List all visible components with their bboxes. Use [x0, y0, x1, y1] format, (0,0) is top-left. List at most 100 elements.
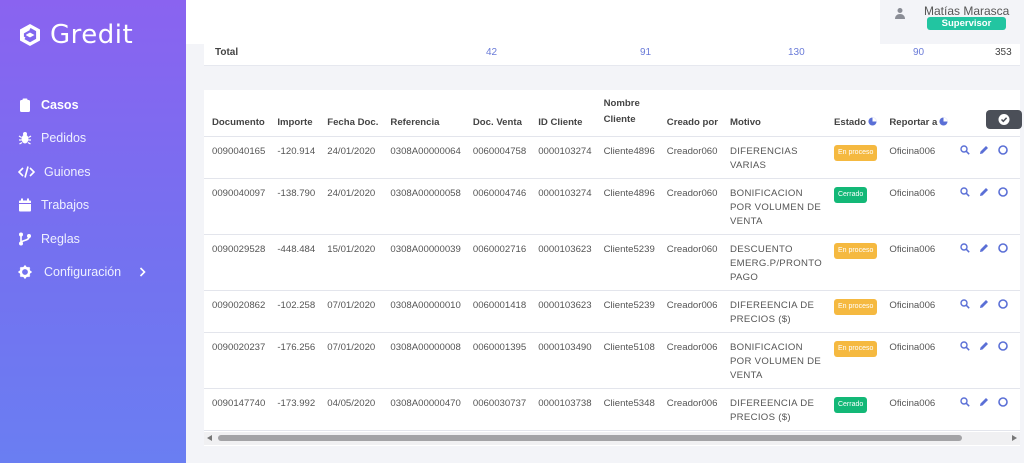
- cell-referencia: 0308A00000010: [382, 290, 465, 333]
- cell-importe: -448.484: [269, 234, 320, 291]
- table-row[interactable]: 0090020237 -176.256 07/01/2020 0308A0000000…: [204, 332, 1020, 389]
- cell-actions: [952, 290, 1020, 333]
- user-menu[interactable]: Matías Marasca Supervisor: [880, 0, 1024, 44]
- total-value[interactable]: 130: [788, 47, 805, 58]
- sidebar-item-trabajos[interactable]: Trabajos: [0, 189, 186, 223]
- sidebar-item-configuracion[interactable]: Configuración: [0, 256, 186, 290]
- cell-actions: [952, 234, 1020, 291]
- total-value[interactable]: 90: [913, 47, 924, 58]
- edit-icon[interactable]: [979, 243, 989, 253]
- cell-importe: -176.256: [269, 332, 320, 389]
- cell-motivo: Bonificacion por volumen de venta: [721, 332, 826, 389]
- branch-icon: [19, 232, 31, 246]
- more-icon[interactable]: [998, 299, 1009, 309]
- search-icon[interactable]: [960, 145, 971, 155]
- table-row[interactable]: 0090147740 -173.992 04/05/2020 0308A0000047…: [204, 388, 1020, 431]
- cell-fecha-doc: 24/01/2020: [319, 136, 383, 179]
- cell-motivo: Descuento emerg.p/pronto pago: [721, 234, 826, 291]
- search-icon[interactable]: [960, 341, 971, 351]
- cell-id-cliente: 0000103274: [530, 136, 596, 179]
- cell-creado-por: Creador006: [658, 332, 722, 389]
- col-header-motivo[interactable]: Motivo: [721, 90, 826, 137]
- table-row[interactable]: 0090029528 -448.484 15/01/2020 0308A0000003…: [204, 234, 1020, 291]
- edit-icon[interactable]: [979, 187, 989, 197]
- cell-importe: -138.790: [269, 178, 320, 235]
- sidebar-item-guiones[interactable]: Guiones: [0, 155, 186, 189]
- cell-nombre-cliente: Cliente5239: [595, 290, 659, 333]
- col-header-estado[interactable]: Estado: [825, 90, 882, 137]
- search-icon[interactable]: [960, 299, 971, 309]
- cell-importe: -120.914: [269, 136, 320, 179]
- status-badge: En proceso: [833, 299, 878, 315]
- cell-fecha-doc: 24/01/2020: [319, 178, 383, 235]
- cell-doc-venta: 0060001395: [464, 332, 531, 389]
- scrollbar-thumb[interactable]: [218, 435, 962, 441]
- col-header-importe[interactable]: Importe: [269, 90, 320, 137]
- cell-creado-por: Creador060: [658, 178, 722, 235]
- total-value[interactable]: 42: [486, 47, 497, 58]
- more-icon[interactable]: [998, 243, 1009, 253]
- sidebar-item-casos[interactable]: Casos: [0, 88, 186, 122]
- cell-estado: En proceso: [825, 290, 882, 333]
- table-row[interactable]: 0090040165 -120.914 24/01/2020 0308A0000006…: [204, 136, 1020, 179]
- cell-nombre-cliente: Cliente5108: [595, 332, 659, 389]
- col-header-creado-por[interactable]: Creado por: [658, 90, 722, 137]
- cell-nombre-cliente: Cliente4896: [595, 136, 659, 179]
- user-icon: [895, 8, 905, 19]
- cell-motivo: Difereencia de precios ($): [721, 290, 826, 333]
- more-icon[interactable]: [998, 397, 1009, 407]
- sidebar-item-reglas[interactable]: Reglas: [0, 222, 186, 256]
- cell-reportar-a: Oficina006: [881, 234, 953, 291]
- cell-documento: 0090040165: [204, 136, 270, 179]
- cell-fecha-doc: 07/01/2020: [319, 332, 383, 389]
- user-role-badge: Supervisor: [927, 17, 1006, 30]
- horizontal-scrollbar[interactable]: [204, 432, 1020, 445]
- cell-actions: [952, 332, 1020, 389]
- cell-reportar-a: Oficina006: [881, 136, 953, 179]
- table-row[interactable]: 0090020862 -102.258 07/01/2020 0308A0000001…: [204, 290, 1020, 333]
- code-icon: [18, 166, 35, 178]
- brand-logo[interactable]: Gredit: [18, 20, 133, 50]
- pie-chart-icon[interactable]: [868, 117, 877, 126]
- search-icon[interactable]: [960, 397, 971, 407]
- col-header-nombre-cliente[interactable]: Nombre Cliente: [595, 90, 659, 137]
- scroll-left-arrow[interactable]: [207, 435, 212, 441]
- cell-doc-venta: 0060030737: [464, 388, 531, 431]
- col-header-referencia[interactable]: Referencia: [382, 90, 465, 137]
- search-icon[interactable]: [960, 243, 971, 253]
- cell-documento: 0090040097: [204, 178, 270, 235]
- table-row[interactable]: 0090040097 -138.790 24/01/2020 0308A0000005…: [204, 178, 1020, 235]
- cell-nombre-cliente: Cliente5239: [595, 234, 659, 291]
- more-icon[interactable]: [998, 145, 1009, 155]
- pie-chart-icon[interactable]: [939, 117, 948, 126]
- clipboard-icon: [20, 98, 30, 112]
- edit-icon[interactable]: [979, 299, 989, 309]
- scroll-right-arrow[interactable]: [1012, 435, 1017, 441]
- edit-icon[interactable]: [979, 397, 989, 407]
- col-header-fecha-doc[interactable]: Fecha Doc.: [319, 90, 383, 137]
- cell-referencia: 0308A00000058: [382, 178, 465, 235]
- cell-actions: [952, 388, 1020, 431]
- more-icon[interactable]: [998, 341, 1009, 351]
- col-header-documento[interactable]: Documento: [204, 90, 270, 137]
- edit-icon[interactable]: [979, 145, 989, 155]
- cell-id-cliente: 0000103738: [530, 388, 596, 431]
- cell-reportar-a: Oficina006: [881, 388, 953, 431]
- sidebar-item-pedidos[interactable]: Pedidos: [0, 122, 186, 156]
- more-icon[interactable]: [998, 187, 1009, 197]
- search-icon[interactable]: [960, 187, 971, 197]
- sidebar-item-label: Configuración: [44, 265, 122, 280]
- edit-icon[interactable]: [979, 341, 989, 351]
- col-header-reportar-a[interactable]: Reportar a: [881, 90, 953, 137]
- col-header-estado-label: Estado: [833, 117, 866, 128]
- total-value[interactable]: 91: [640, 47, 651, 58]
- cell-actions: [952, 178, 1020, 235]
- totals-row: Total 42 91 130 90 353: [204, 44, 1020, 66]
- col-header-id-cliente[interactable]: ID Cliente: [530, 90, 596, 137]
- cell-referencia: 0308A00000470: [382, 388, 465, 431]
- col-header-doc-venta[interactable]: Doc. Venta: [464, 90, 531, 137]
- cell-estado: Cerrado: [825, 388, 882, 431]
- cell-id-cliente: 0000103623: [530, 234, 596, 291]
- scroll-top-button[interactable]: [986, 110, 1022, 129]
- sidebar-item-label: Reglas: [41, 231, 80, 246]
